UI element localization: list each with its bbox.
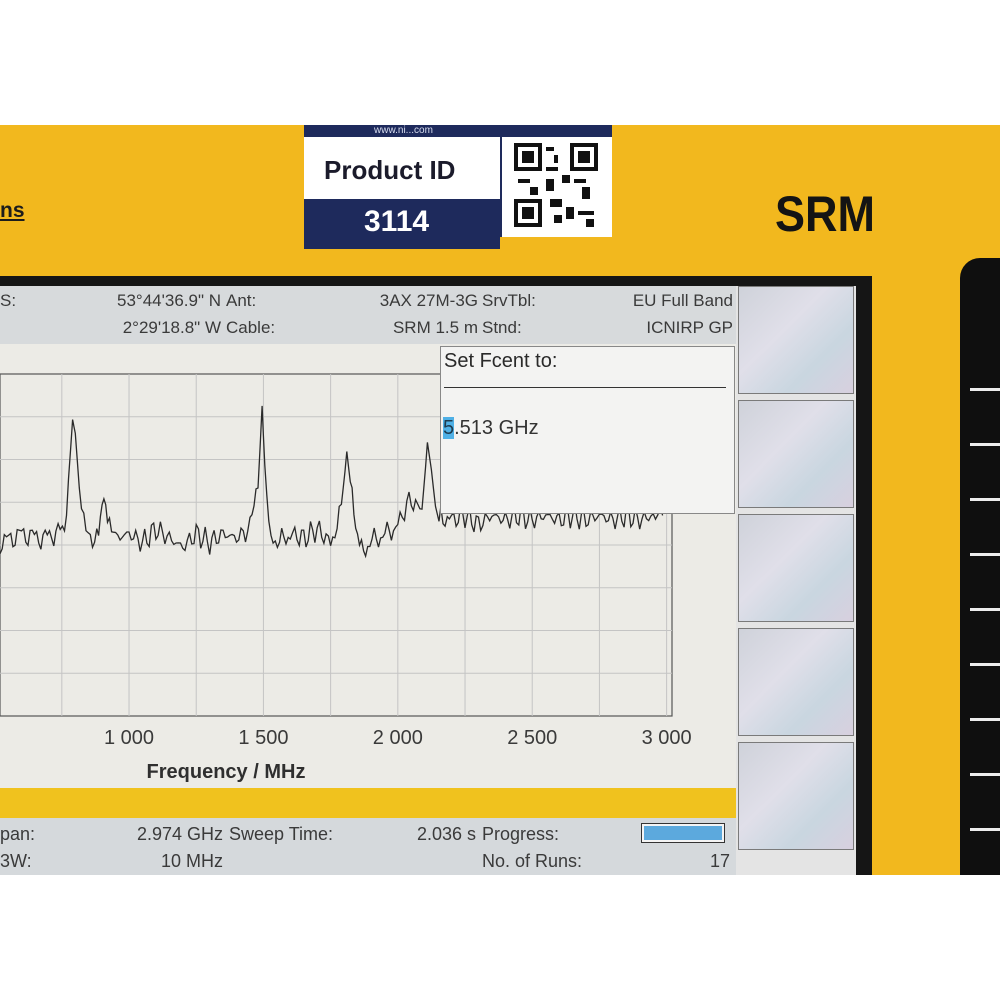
antenna-label: Ant: (226, 291, 257, 310)
softkey-4[interactable] (738, 628, 854, 736)
scale-tick (970, 828, 1000, 831)
gps-longitude: 2°29'18.8" W (122, 318, 221, 337)
softkey-2[interactable] (738, 400, 854, 508)
antenna-value: 3AX 27M-3G (379, 291, 478, 310)
sweep-time-value: 2.036 s (416, 824, 476, 844)
rbw-value: 10 MHz (160, 851, 223, 871)
standard-label: Stnd: (482, 318, 522, 337)
brand-text-fragment: ns (0, 199, 25, 222)
sweep-time-label: Sweep Time: (229, 824, 334, 844)
dialog-title: Set Fcent to: (444, 350, 558, 372)
gps-label: S: (0, 291, 17, 310)
analyzer-screen: S: 53°44'36.9" N 2°29'18.8" W Ant: 3AX 2… (0, 286, 856, 875)
qr-pattern (514, 143, 598, 227)
scale-tick (970, 608, 1000, 611)
fcent-cursor-digit[interactable]: 5 (443, 417, 455, 439)
cable-label: Cable: (226, 318, 276, 337)
softkey-5[interactable] (738, 742, 854, 850)
runs-label: No. of Runs: (482, 851, 583, 871)
x-tick-label: 1 500 (238, 727, 288, 749)
asset-label-title: Product ID (324, 155, 456, 185)
gps-latitude: 53°44'36.9" N (117, 291, 221, 310)
scale-tick (970, 773, 1000, 776)
span-value: 2.974 GHz (136, 824, 223, 844)
progress-fill (644, 826, 722, 840)
model-name: SRM (775, 186, 875, 242)
scale-tick (970, 443, 1000, 446)
fcent-input[interactable]: 5.513 GHz (443, 417, 539, 440)
progress-bar (641, 823, 725, 843)
asset-label-number-box: 3114 (304, 199, 500, 249)
qr-code-icon (502, 137, 612, 237)
service-table-value: EU Full Band (632, 291, 733, 310)
scale-tick (970, 498, 1000, 501)
set-fcent-dialog[interactable]: Set Fcent to: 5.513 GHz (440, 346, 735, 514)
info-bar: S: 53°44'36.9" N 2°29'18.8" W Ant: 3AX 2… (0, 286, 736, 344)
rbw-label: 3W: (0, 851, 32, 871)
fcent-value-rest: .513 GHz (454, 417, 539, 439)
status-bar: pan: 2.974 GHz 3W: 10 MHz Sweep Time: 2.… (0, 818, 736, 875)
asset-label-url: www.ni...com (374, 125, 433, 136)
service-table-label: SrvTbl: (482, 291, 536, 310)
x-tick-label: 2 000 (373, 727, 423, 749)
separator-bar (0, 788, 736, 818)
progress-label: Progress: (482, 824, 560, 844)
scale-tick (970, 553, 1000, 556)
softkey-3[interactable] (738, 514, 854, 622)
x-tick-label: 3 000 (642, 727, 692, 749)
scale-tick (970, 718, 1000, 721)
cable-value: SRM 1.5 m (392, 318, 478, 337)
x-tick-label: 2 500 (507, 727, 557, 749)
asset-label: www.ni...com Product ID 3114 (304, 125, 612, 249)
x-tick-label: 1 000 (104, 727, 154, 749)
dialog-divider (444, 387, 726, 388)
span-label: pan: (0, 824, 36, 844)
x-axis-label: Frequency / MHz (147, 761, 306, 783)
side-scale-panel (960, 258, 1000, 875)
asset-label-number: 3114 (364, 205, 430, 238)
softkey-1[interactable] (738, 286, 854, 394)
softkey-column (738, 286, 856, 875)
standard-value: ICNIRP GP (646, 318, 733, 337)
runs-value: 17 (709, 851, 730, 871)
asset-label-panel: Product ID 3114 (304, 137, 500, 249)
scale-tick (970, 388, 1000, 391)
scale-tick (970, 663, 1000, 666)
